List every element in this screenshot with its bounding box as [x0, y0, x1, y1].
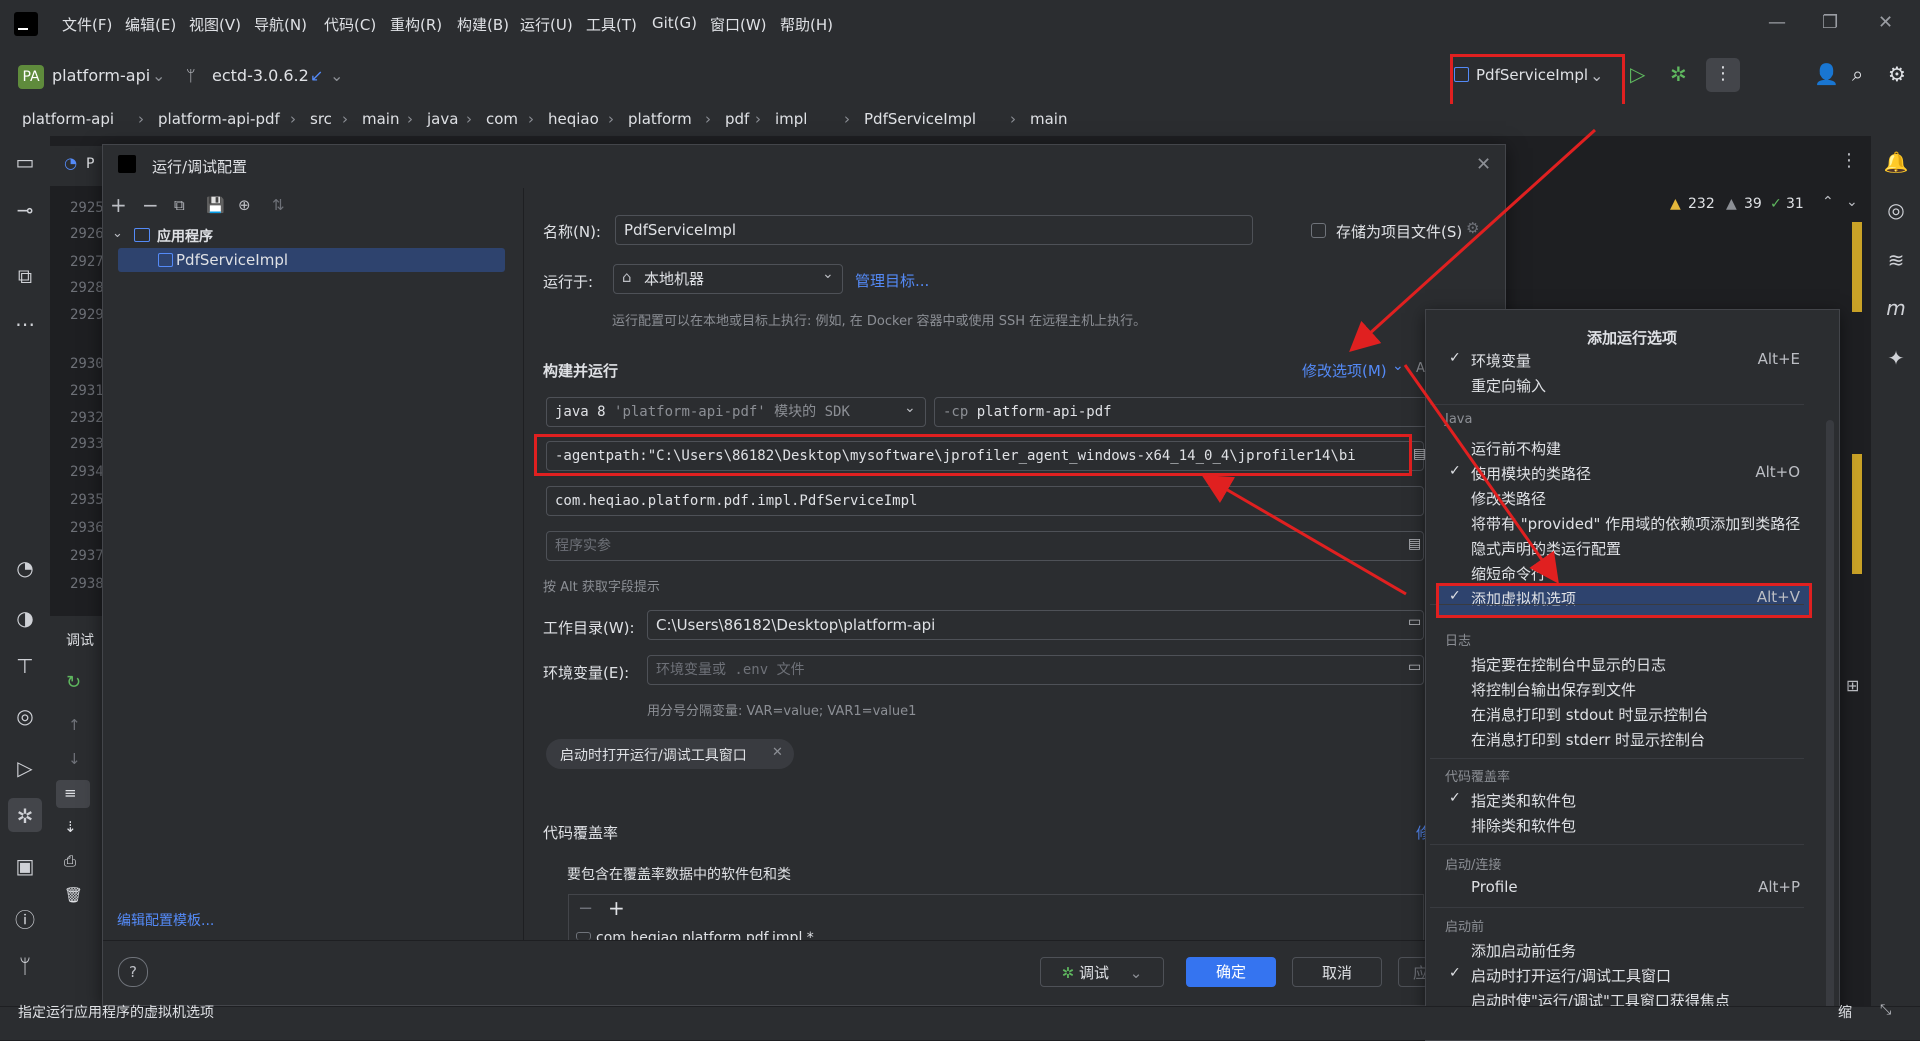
status-text: 指定运行应用程序的虚拟机选项 [18, 1005, 214, 1021]
arrow-to-modify-options [1349, 128, 1597, 353]
status-bar [0, 1006, 1920, 1040]
status-right: 缩 [1838, 1005, 1852, 1021]
arrow-to-vm-field [1201, 474, 1407, 596]
arrow-to-vm-option [1403, 364, 1559, 584]
status-collapse-icon[interactable]: ⤡ [1880, 1002, 1891, 1018]
annotation-arrows [1201, 128, 1597, 596]
